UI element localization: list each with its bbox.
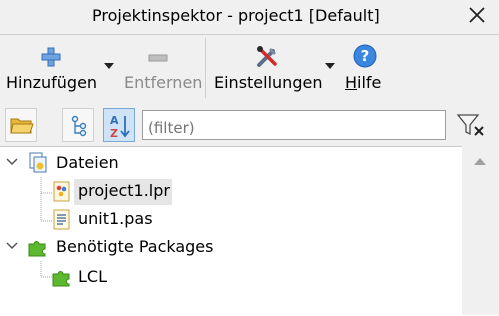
- filter-input[interactable]: [142, 110, 446, 140]
- lazarus-project-file-icon: [53, 181, 70, 202]
- vertical-scrollbar[interactable]: [462, 146, 499, 315]
- package-puzzle-icon: [52, 271, 70, 287]
- svg-text:?: ?: [361, 47, 370, 65]
- tree-node-project-file[interactable]: project1.lpr: [52, 179, 192, 205]
- tree-node-files[interactable]: Dateien: [0, 151, 460, 177]
- sort-az-icon: A Z: [110, 114, 130, 139]
- filter-clear-icon: [456, 114, 484, 136]
- expand-chevron-icon: [6, 242, 18, 250]
- add-button[interactable]: Hinzufügen: [4, 36, 102, 100]
- sort-alpha-button[interactable]: A Z: [103, 108, 135, 142]
- files-icon: [29, 152, 47, 173]
- settings-label: Einstellungen: [214, 73, 323, 92]
- tree-structure-icon: [71, 115, 87, 137]
- tree-label-files: Dateien: [56, 153, 119, 172]
- add-label: Hinzufügen: [6, 73, 98, 92]
- expand-chevron-icon: [6, 158, 18, 166]
- package-puzzle-icon: [28, 241, 46, 257]
- settings-dropdown-arrow[interactable]: [325, 63, 335, 69]
- close-icon[interactable]: [466, 4, 488, 26]
- remove-label: Entfernen: [124, 73, 203, 92]
- svg-text:A: A: [110, 114, 119, 127]
- svg-text:Z: Z: [110, 127, 118, 139]
- scroll-up-arrow-icon[interactable]: [474, 158, 486, 165]
- open-button[interactable]: [5, 108, 37, 142]
- help-icon: ?: [353, 44, 377, 68]
- tree-label-project-file: project1.lpr: [78, 181, 170, 200]
- folder-open-icon: [10, 118, 34, 134]
- title-bar: Projektinspektor - project1 [Default]: [0, 0, 499, 35]
- minus-icon: [148, 54, 168, 62]
- tree-label-unit-file: unit1.pas: [78, 209, 153, 228]
- tree-node-required-packages[interactable]: Benötigte Packages: [0, 235, 460, 261]
- tools-icon: [257, 46, 277, 67]
- settings-button[interactable]: Einstellungen: [212, 36, 323, 100]
- project-tree[interactable]: Dateien project1.lpr unit1.pas Benötigte…: [0, 146, 499, 316]
- tree-node-unit-file[interactable]: unit1.pas: [52, 207, 192, 233]
- tree-label-lcl: LCL: [78, 267, 107, 286]
- add-dropdown-arrow[interactable]: [104, 63, 114, 69]
- help-label: Hilfe: [345, 73, 382, 92]
- toolbar-separator: [205, 38, 206, 98]
- window-title: Projektinspektor - project1 [Default]: [92, 6, 380, 25]
- remove-button[interactable]: Entfernen: [120, 36, 202, 100]
- help-button[interactable]: ? Hilfe: [343, 36, 387, 100]
- plus-icon: [41, 47, 61, 67]
- tree-label-required-packages: Benötigte Packages: [56, 237, 214, 256]
- tree-node-lcl-package[interactable]: LCL: [52, 265, 152, 291]
- filter-clear-button[interactable]: [454, 110, 488, 140]
- pascal-unit-file-icon: [53, 209, 70, 230]
- tree-view-button[interactable]: [62, 108, 94, 142]
